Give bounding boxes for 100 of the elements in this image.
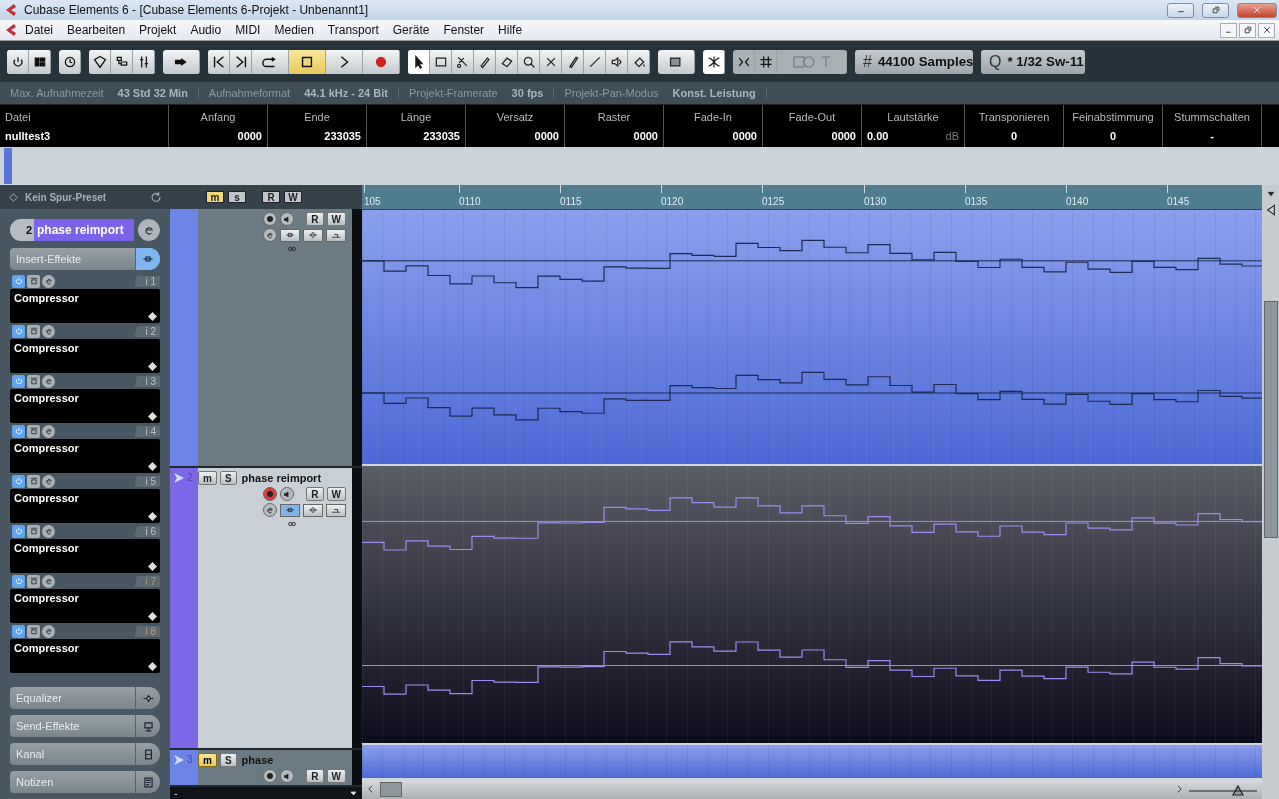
insert-slot[interactable]: Compressor bbox=[10, 339, 160, 373]
power-button[interactable] bbox=[12, 374, 25, 388]
transport-button[interactable] bbox=[326, 49, 363, 74]
power-button[interactable] bbox=[12, 324, 25, 338]
tool-button[interactable] bbox=[518, 49, 540, 74]
autofade-button[interactable] bbox=[703, 49, 725, 74]
transport-button[interactable] bbox=[252, 49, 289, 74]
edit-button[interactable] bbox=[42, 374, 55, 388]
audio-event[interactable] bbox=[362, 466, 1262, 746]
record-enable-button[interactable] bbox=[263, 487, 278, 501]
restore-button[interactable] bbox=[1202, 2, 1229, 18]
bypass-button[interactable] bbox=[27, 374, 40, 388]
bypass-button[interactable] bbox=[27, 624, 40, 638]
menu-item[interactable]: Bearbeiten bbox=[60, 23, 133, 37]
mixer-button[interactable] bbox=[133, 49, 155, 74]
power-button[interactable] bbox=[12, 424, 25, 438]
tool-button[interactable] bbox=[628, 49, 650, 74]
transport-button[interactable] bbox=[230, 49, 252, 74]
color-menu-button[interactable] bbox=[658, 49, 695, 74]
menu-item[interactable]: Hilfe bbox=[491, 23, 530, 37]
edit-button[interactable] bbox=[42, 324, 55, 338]
info-value[interactable]: 0 bbox=[1010, 129, 1018, 142]
track-header[interactable]: m S phase R W bbox=[198, 750, 362, 785]
power-button[interactable] bbox=[12, 474, 25, 488]
lane-button[interactable] bbox=[303, 503, 323, 517]
tool-button[interactable] bbox=[452, 49, 474, 74]
insert-slot[interactable]: Compressor bbox=[10, 639, 160, 673]
quantize-dropdown[interactable]: Q * 1/32 Sw-11 bbox=[981, 49, 1085, 74]
tool-button[interactable] bbox=[562, 49, 584, 74]
menu-item[interactable]: Audio bbox=[183, 23, 229, 37]
tool-button[interactable] bbox=[408, 49, 430, 74]
bypass-button[interactable] bbox=[27, 424, 40, 438]
edit-channel-button[interactable] bbox=[138, 219, 160, 241]
track-arrow-icon[interactable] bbox=[173, 472, 185, 484]
layout-button[interactable] bbox=[29, 49, 51, 74]
menu-item[interactable]: Projekt bbox=[132, 23, 184, 37]
overview-marker[interactable] bbox=[4, 148, 12, 184]
info-value[interactable]: 0000 bbox=[534, 129, 559, 142]
close-button[interactable] bbox=[1237, 2, 1277, 18]
restore-button[interactable] bbox=[1239, 22, 1256, 38]
track-header[interactable]: R W bbox=[198, 209, 362, 466]
info-value[interactable]: nulltest3 bbox=[5, 129, 51, 142]
edit-button[interactable] bbox=[42, 424, 55, 438]
global-toggle[interactable]: s bbox=[228, 191, 246, 203]
power-button[interactable] bbox=[12, 274, 25, 288]
monitor-button[interactable] bbox=[280, 212, 295, 226]
grid-type-dropdown[interactable]: # 44100 Samples bbox=[855, 49, 973, 74]
track-arrow-icon[interactable] bbox=[173, 754, 185, 766]
inspector-button[interactable] bbox=[89, 49, 111, 74]
lane-button[interactable] bbox=[303, 228, 323, 242]
tool-button[interactable] bbox=[540, 49, 562, 74]
global-toggle[interactable]: W bbox=[284, 191, 302, 203]
info-value[interactable]: 233035 bbox=[423, 129, 460, 142]
write-automation-button[interactable]: W bbox=[326, 487, 346, 501]
tool-button[interactable] bbox=[430, 49, 452, 74]
close-button[interactable] bbox=[1258, 22, 1275, 38]
info-value[interactable]: - bbox=[1210, 129, 1214, 142]
bypass-button[interactable] bbox=[27, 274, 40, 288]
power-button[interactable] bbox=[12, 524, 25, 538]
lane-button[interactable] bbox=[326, 228, 346, 242]
timeline-ruler[interactable]: 105 0110 0115 0120 0125 0130 0135 0140 0145 bbox=[362, 185, 1262, 210]
info-value[interactable]: 0.00 bbox=[867, 129, 889, 142]
read-automation-button[interactable]: R bbox=[306, 769, 324, 783]
info-value[interactable]: 0000 bbox=[831, 129, 856, 142]
menu-item[interactable]: Geräte bbox=[385, 23, 437, 37]
write-automation-button[interactable]: W bbox=[326, 212, 346, 226]
edit-button[interactable] bbox=[42, 524, 55, 538]
tool-button[interactable] bbox=[496, 49, 518, 74]
record-enable-button[interactable] bbox=[263, 212, 278, 226]
audio-event[interactable] bbox=[362, 209, 1262, 467]
edit-button[interactable] bbox=[42, 474, 55, 488]
menu-item[interactable]: Transport bbox=[320, 23, 386, 37]
mute-button[interactable]: m bbox=[198, 753, 217, 767]
bypass-button[interactable] bbox=[27, 524, 40, 538]
read-automation-button[interactable]: R bbox=[306, 487, 324, 501]
insert-slot[interactable]: Compressor bbox=[10, 289, 160, 323]
audio-event[interactable] bbox=[362, 745, 1262, 781]
insert-slot[interactable]: Compressor bbox=[10, 439, 160, 473]
lane-button[interactable] bbox=[280, 503, 300, 517]
minimize-button[interactable] bbox=[1167, 2, 1194, 18]
mute-button[interactable]: m bbox=[198, 471, 217, 485]
transport-button[interactable] bbox=[363, 49, 400, 74]
lane-button[interactable] bbox=[326, 503, 346, 517]
info-value[interactable]: 0000 bbox=[633, 129, 658, 142]
tool-button[interactable] bbox=[584, 49, 606, 74]
edit-button[interactable] bbox=[42, 274, 55, 288]
global-toggle[interactable]: m bbox=[206, 191, 224, 203]
info-value[interactable]: 233035 bbox=[324, 129, 361, 142]
info-value[interactable]: 0 bbox=[1109, 129, 1117, 142]
global-toggle[interactable]: R bbox=[262, 191, 280, 203]
monitor-button[interactable] bbox=[280, 487, 295, 501]
insert-slot[interactable]: Compressor bbox=[10, 539, 160, 573]
menu-item[interactable]: Fenster bbox=[436, 23, 492, 37]
edit-channel-button[interactable] bbox=[263, 503, 277, 517]
insert-slot[interactable]: Compressor bbox=[10, 489, 160, 523]
insert-slot[interactable]: Compressor bbox=[10, 589, 160, 623]
solo-button[interactable]: S bbox=[219, 753, 237, 767]
info-value[interactable]: 0000 bbox=[732, 129, 757, 142]
menu-item[interactable]: MIDI bbox=[228, 23, 268, 37]
activate-project-button[interactable] bbox=[7, 49, 29, 74]
